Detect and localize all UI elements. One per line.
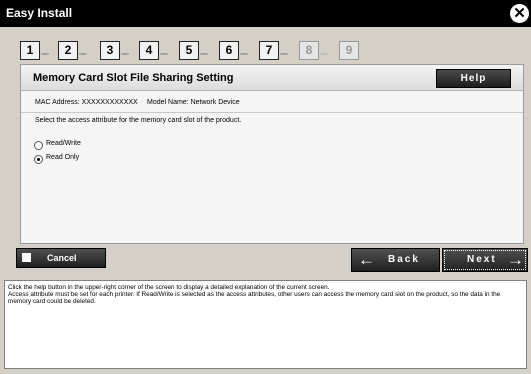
- step-number: 8: [299, 41, 319, 60]
- step-number: 2: [58, 41, 78, 60]
- help-line: Access attribute must be set for each pr…: [8, 291, 501, 305]
- cancel-label: Cancel: [47, 253, 77, 263]
- step-dots: ▫▫▫: [280, 51, 288, 58]
- step-dots: ▫▫▫: [160, 51, 168, 58]
- back-button[interactable]: ← Back: [351, 248, 440, 272]
- panel-header: Memory Card Slot File Sharing Setting He…: [21, 65, 523, 91]
- step-dots: ▫▫▫: [121, 51, 129, 58]
- step-dots: ▫▫▫: [320, 51, 328, 58]
- button-bar: Cancel ← Back Next →: [16, 248, 529, 272]
- window-title: Easy Install: [6, 6, 73, 20]
- next-button[interactable]: Next →: [442, 248, 528, 272]
- close-icon[interactable]: ✕: [510, 4, 529, 23]
- title-bar: Easy Install ✕: [0, 0, 531, 27]
- cancel-button[interactable]: Cancel: [16, 248, 106, 268]
- step-dots: ▫▫▫: [41, 51, 49, 58]
- step-number: 4: [139, 41, 159, 60]
- easy-install-window: Easy Install ✕ 1 ▫▫▫ 2 ▫▫▫ 3 ▫▫▫ 4 ▫▫▫ 5 ▫▫▫ …: [0, 0, 531, 374]
- help-text-area: Click the help button in the upper-right…: [4, 280, 527, 369]
- radio-label: Read/Write: [46, 140, 81, 147]
- step-number: 5: [179, 41, 199, 60]
- radio-button[interactable]: [34, 155, 43, 164]
- device-info: MAC Address: XXXXXXXXXXXX Model Name: Ne…: [21, 96, 523, 113]
- next-label: Next: [467, 254, 497, 265]
- step-number: 3: [100, 41, 120, 60]
- radio-label: Read Only: [46, 154, 80, 161]
- help-button[interactable]: Help: [436, 69, 511, 88]
- page-title: Memory Card Slot File Sharing Setting: [33, 72, 234, 84]
- radio-button[interactable]: [34, 141, 43, 150]
- step-dots: ▫▫▫: [240, 51, 248, 58]
- settings-panel: Memory Card Slot File Sharing Setting He…: [20, 64, 524, 244]
- step-number: 9: [339, 41, 359, 60]
- step-number: 7: [259, 41, 279, 60]
- step-number: 6: [219, 41, 239, 60]
- step-dots: ▫▫▫: [200, 51, 208, 58]
- help-line: Click the help button in the upper-right…: [8, 284, 330, 291]
- stop-icon: [22, 253, 31, 262]
- arrow-left-icon: ←: [358, 250, 375, 269]
- arrow-right-icon: →: [507, 250, 524, 269]
- instruction-text: Select the access attribute for the memo…: [35, 117, 242, 124]
- step-dots: ▫▫▫: [79, 51, 87, 58]
- model-name: Model Name: Network Device: [147, 99, 240, 106]
- mac-address: MAC Address: XXXXXXXXXXXX: [35, 99, 138, 106]
- step-number: 1: [20, 41, 40, 60]
- back-label: Back: [388, 254, 420, 265]
